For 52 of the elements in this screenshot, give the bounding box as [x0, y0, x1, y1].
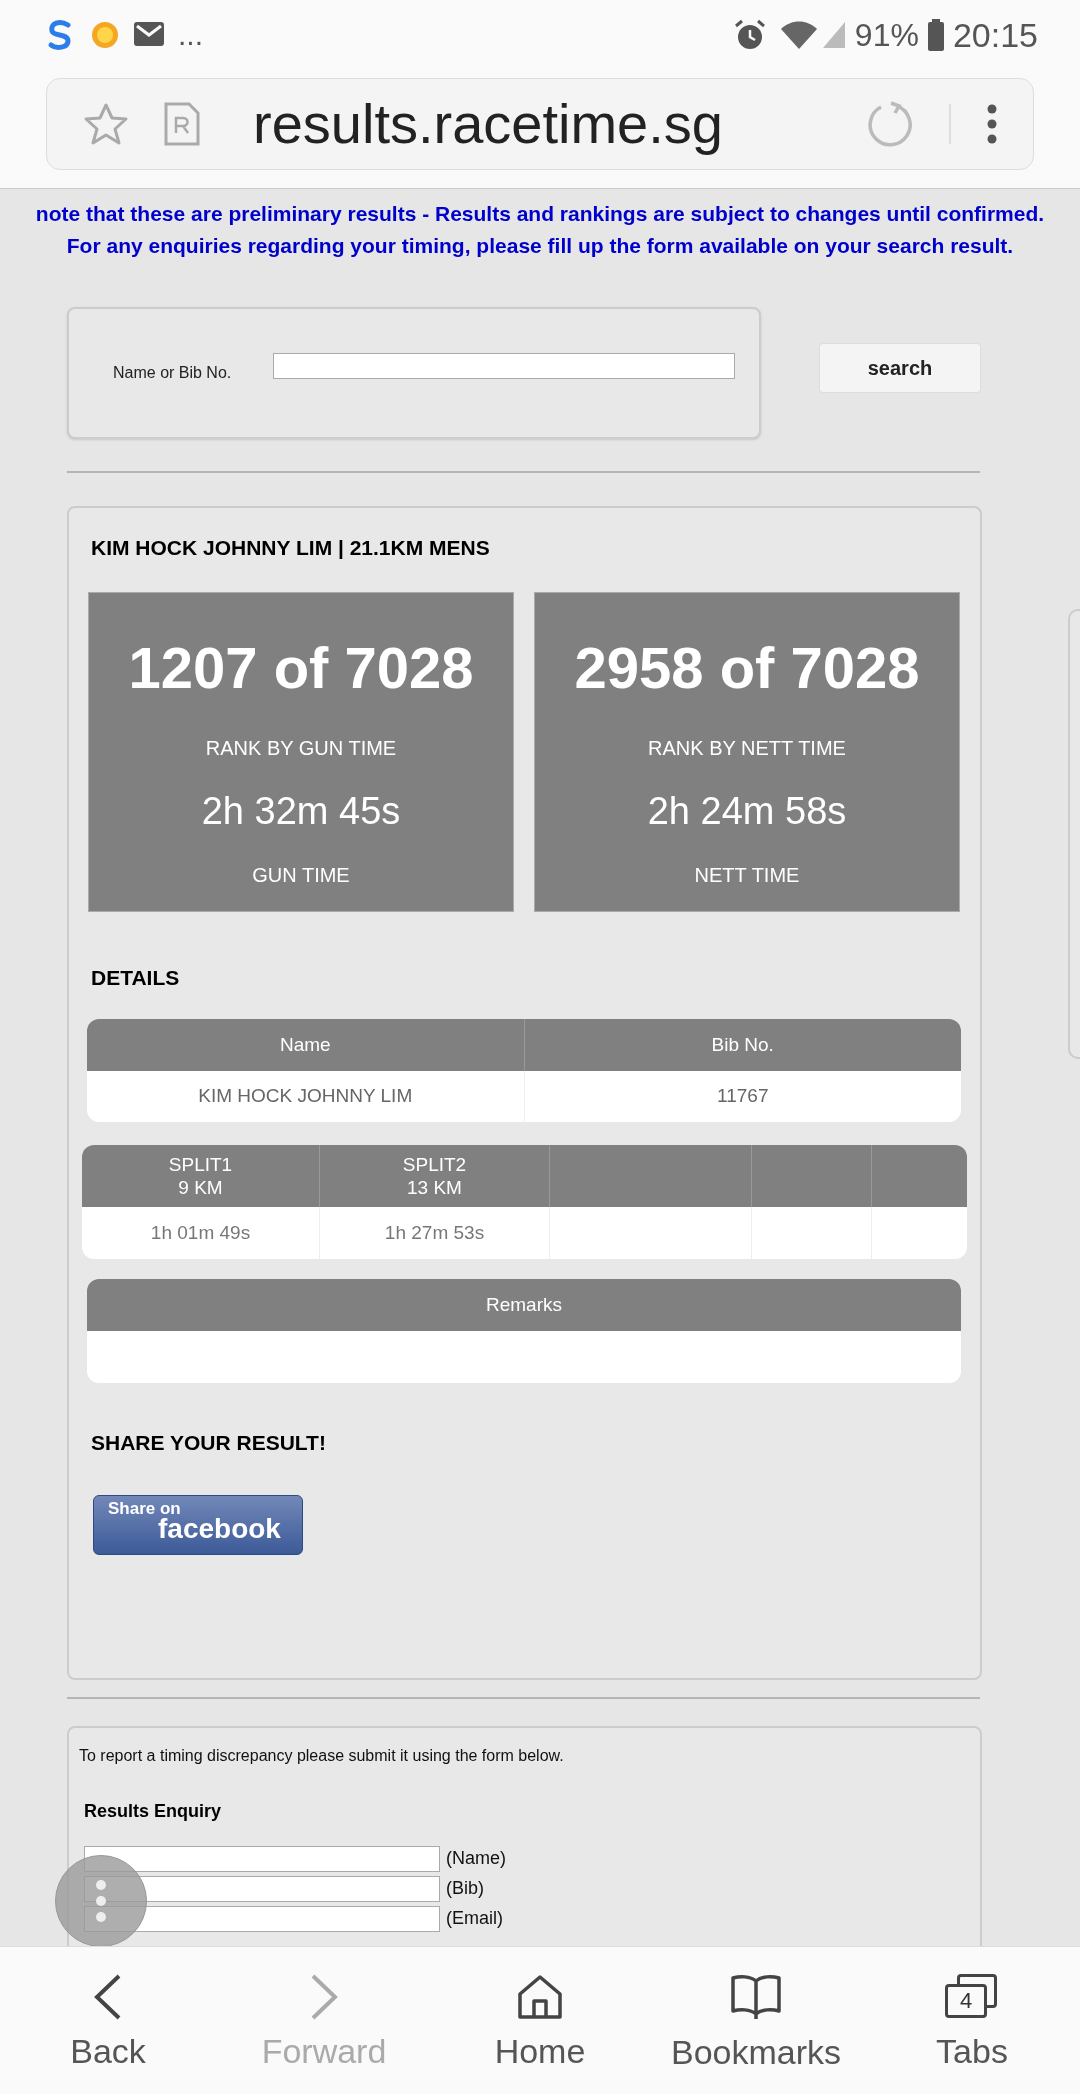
details-heading: DETAILS	[90, 964, 181, 991]
toolbar-button[interactable]: Home	[432, 1947, 648, 2094]
enquiry-intro: To report a timing discrepancy please submit it using the form below.	[79, 1746, 565, 1766]
field-label: (Bib)	[446, 1877, 484, 1900]
column-header: SPLIT1 9 KM	[82, 1145, 320, 1207]
rank-value: 1207 of 7028	[128, 633, 474, 702]
open-book-icon	[730, 1972, 782, 2021]
table-cell: 1h 01m 49s	[82, 1207, 320, 1259]
toolbar-button[interactable]: 4 Tabs	[864, 1947, 1080, 2094]
toolbar-button[interactable]: Back	[0, 1947, 216, 2094]
time-label: NETT TIME	[694, 862, 800, 888]
more-options-icon[interactable]	[987, 104, 997, 144]
alarm-clock-icon	[732, 18, 767, 52]
enquiry-heading: Results Enquiry	[83, 1800, 223, 1823]
more-options-icon	[95, 1879, 107, 1923]
column-header: Bib No.	[523, 1019, 961, 1071]
document-icon[interactable]	[163, 101, 201, 147]
battery-percent: 91%	[854, 16, 919, 55]
table-cell: 11767	[523, 1071, 961, 1122]
result-title: KIM HOCK JOHNNY LIM | 21.1KM MENS	[90, 535, 491, 561]
table-cell: 1h 27m 53s	[320, 1207, 550, 1259]
signal-icon	[820, 20, 847, 50]
column-header: SPLIT2 13 KM	[320, 1145, 550, 1207]
share-heading: SHARE YOUR RESULT!	[90, 1430, 327, 1456]
home-icon	[517, 1973, 563, 2020]
finish-time: 2h 24m 58s	[647, 788, 847, 834]
enquiry-input-field[interactable]	[84, 1845, 440, 1872]
battery-icon	[926, 19, 945, 51]
clock-time: 20:15	[952, 14, 1038, 56]
rank-label: RANK BY NETT TIME	[648, 735, 846, 761]
search-button[interactable]: search	[819, 343, 981, 393]
time-label: GUN TIME	[252, 862, 350, 888]
reload-icon[interactable]	[867, 101, 913, 147]
field-label: (Name)	[446, 1847, 506, 1870]
rank-label: RANK BY GUN TIME	[205, 735, 397, 761]
star-icon[interactable]	[83, 102, 129, 146]
column-header: Remarks	[87, 1279, 961, 1331]
edge-handle[interactable]	[1068, 609, 1080, 1059]
field-label: (Email)	[446, 1907, 503, 1930]
facebook-share-button[interactable]: Share on facebook	[93, 1494, 303, 1555]
search-field[interactable]	[273, 353, 736, 379]
wifi-icon	[778, 19, 819, 51]
finish-time: 2h 32m 45s	[201, 788, 401, 834]
toolbar-button[interactable]: Bookmarks	[648, 1947, 864, 2094]
rank-value: 2958 of 7028	[574, 633, 920, 702]
notice-text: For any enquiries regarding your timing, please fill up the form available on your search result.	[66, 233, 1014, 259]
table-cell-text: KIM HOCK JOHNNY LIM	[197, 1084, 414, 1109]
address-bar[interactable]: results.racetime.sg	[46, 78, 1034, 170]
column-header: Name	[278, 1032, 332, 1057]
search-label: Name or Bib No.	[113, 363, 232, 383]
notice-text: note that these are preliminary results - Results and rankings are subject to changes until confirmed.	[35, 201, 1045, 227]
notification-overflow: ...	[178, 20, 203, 50]
